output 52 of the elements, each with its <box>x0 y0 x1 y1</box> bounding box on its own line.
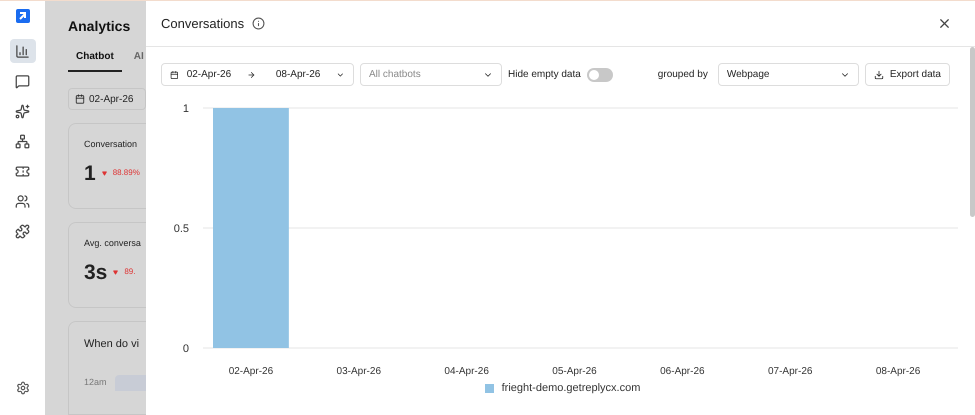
axis-tick-label: 04-Apr-26 <box>444 366 488 377</box>
tab[interactable]: Chatbot <box>68 49 122 72</box>
page-title: Analytics <box>68 17 132 36</box>
download-icon <box>874 70 884 80</box>
tab[interactable]: AI <box>134 49 144 72</box>
card-change: 89. <box>124 266 136 278</box>
axis-tick-label: 03-Apr-26 <box>336 366 381 377</box>
toggle-switch[interactable] <box>586 68 613 82</box>
info-icon[interactable] <box>252 17 266 30</box>
close-icon[interactable] <box>937 16 952 31</box>
card-change: 88.89% <box>112 167 140 180</box>
axis-tick-label: 1 <box>182 103 188 115</box>
axis-tick-label: 08-Apr-26 <box>875 366 920 377</box>
date-text: 02-Apr-26 <box>89 92 134 106</box>
arrow-right-icon <box>247 70 256 80</box>
card-title: Conversation <box>84 138 138 151</box>
ticket-icon <box>15 164 30 178</box>
settings-icon[interactable] <box>16 381 30 395</box>
axis-tick-label: 05-Apr-26 <box>552 366 596 377</box>
calendar-icon <box>170 70 179 80</box>
card-value: 3s <box>84 260 108 286</box>
calendar-icon <box>75 94 85 104</box>
legend-label: frieght-demo.getreplycx.com <box>502 381 640 396</box>
toggle-label: Hide empty data <box>508 68 581 82</box>
grouped-by-label: grouped by <box>658 68 708 82</box>
down-triangle-icon <box>102 170 107 176</box>
date-to: 08-Apr-26 <box>276 68 320 82</box>
sidebar-item[interactable] <box>10 39 36 63</box>
card-title: Avg. conversa <box>84 237 142 250</box>
sparkles-icon <box>15 104 30 118</box>
scrollbar[interactable] <box>970 47 975 217</box>
heatmap-cell <box>114 374 146 390</box>
axis-tick-label: 0.5 <box>173 223 188 235</box>
axis-tick-label: 07-Apr-26 <box>767 366 812 377</box>
hierarchy-icon <box>15 134 30 148</box>
chatbot-select[interactable]: All chatbots <box>360 63 502 86</box>
group-select[interactable]: Webpage <box>718 63 859 86</box>
axis-tick-label: 0 <box>182 343 188 355</box>
users-icon <box>15 194 30 208</box>
axis-tick-label: 02-Apr-26 <box>228 366 273 377</box>
down-triangle-icon <box>113 270 118 275</box>
date-from: 02-Apr-26 <box>186 68 232 82</box>
date-range-field[interactable]: 02-Apr-26 08-Apr-26 <box>161 63 354 86</box>
section-title: When do vi <box>84 337 140 352</box>
axis-tick-label: 06-Apr-26 <box>660 366 704 377</box>
export-button[interactable]: Export data <box>864 63 950 86</box>
puzzle-icon <box>15 224 30 238</box>
row-label: 12am <box>84 376 107 389</box>
drawer-title: Conversations <box>161 14 244 33</box>
card-value: 1 <box>84 160 96 186</box>
bar-chart-icon <box>15 44 30 58</box>
logo-icon <box>16 9 30 23</box>
